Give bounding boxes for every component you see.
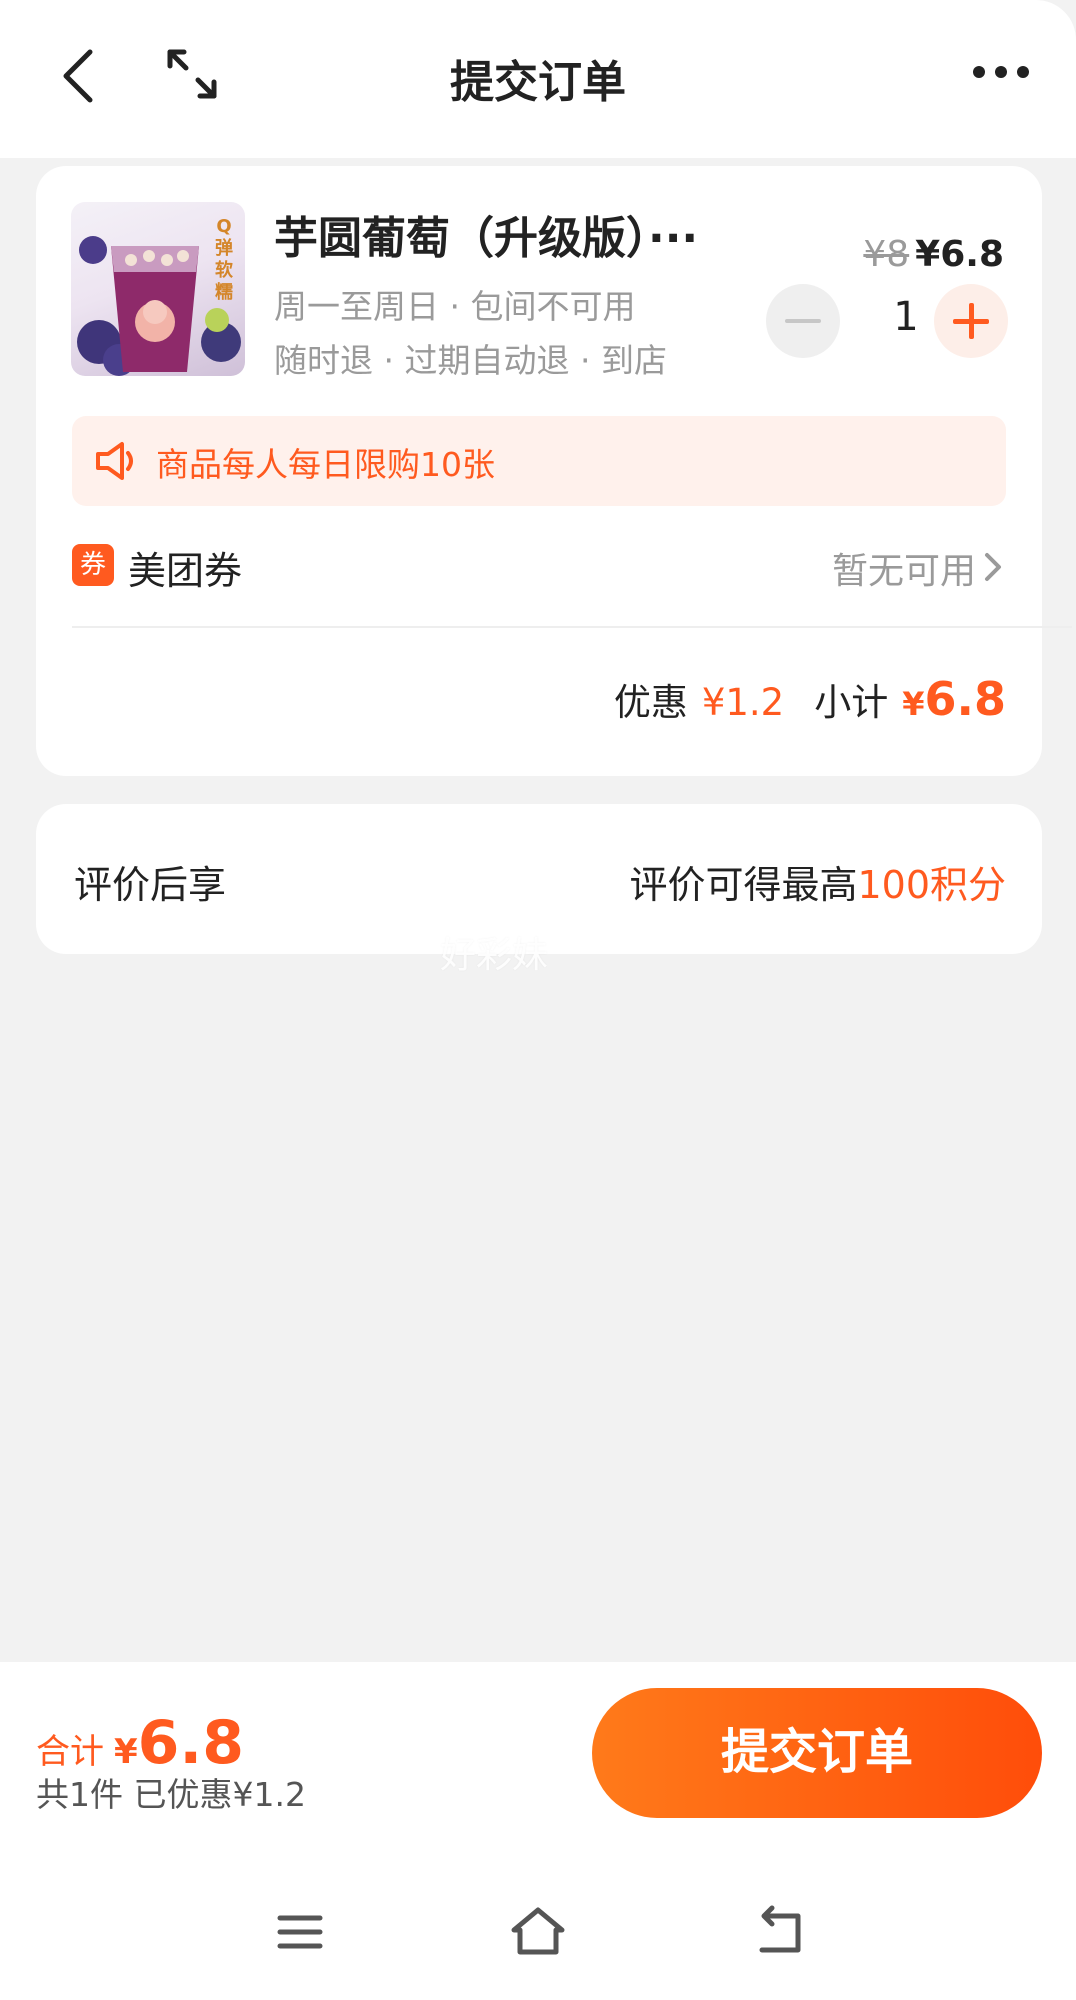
submit-order-button[interactable]: 提交订单 [592,1688,1042,1818]
divider [72,626,1072,628]
more-options-icon[interactable] [966,52,1036,92]
item-count-discount: 共1件 已优惠¥1.2 [36,1775,306,1814]
subtotal-amount: ¥6.8 [902,672,1006,726]
watermark: 好彩妹 [440,935,549,976]
discount-value: ¥1.2 [701,681,785,724]
home-icon[interactable] [508,1902,568,1962]
speaker-icon [96,442,133,480]
current-price: ¥6.8 [915,234,1004,275]
price-block: ¥8 ¥6.8 [863,234,1004,275]
limit-text: 商品每人每日限购10张 [156,445,495,484]
system-nav-bar [0,1880,1076,1980]
back-nav-icon[interactable] [750,1902,810,1962]
page-title: 提交订单 [450,57,626,108]
subtotal-label: 小计 [814,681,889,724]
product-image: Q弹软糯 [71,202,245,376]
chevron-right-icon[interactable] [982,550,1004,584]
review-label: 评价后享 [74,863,227,907]
coupon-badge-icon: 券 [72,544,114,586]
quantity-value: 1 [893,294,919,340]
product-name[interactable]: 芋圆葡萄（升级版）··· [274,202,698,266]
menu-icon[interactable] [270,1902,330,1962]
product-image-caption: Q弹软糯 [215,216,233,303]
quantity-increase-button[interactable] [934,284,1008,358]
subtotal-value: 6.8 [924,672,1007,726]
review-points: 100积分 [857,863,1006,907]
original-price: ¥8 [863,234,910,275]
price-summary: 优惠 ¥1.2 小计 ¥6.8 [614,672,1006,726]
discount-label: 优惠 [613,681,688,724]
order-item-card: Q弹软糯 芋圆葡萄（升级版）··· 周一至周日 · 包间不可用 随时退 · 过期… [36,166,1072,776]
coupon-label[interactable]: 美团券 [128,540,242,595]
total-label: 合计 [36,1732,104,1772]
total-currency: ¥ [114,1732,138,1772]
quantity-decrease-button[interactable] [766,284,840,358]
coupon-value[interactable]: 暂无可用 [832,542,976,594]
review-reward-text: 评价可得最高100积分 [629,854,1006,909]
review-value-prefix: 评价可得最高 [629,863,858,907]
product-usage-days: 周一至周日 · 包间不可用 [274,287,636,326]
subtotal-currency: ¥ [902,685,925,723]
product-refund-terms: 随时退 · 过期自动退 · 到店 [274,341,667,380]
purchase-limit-notice: 商品每人每日限购10张 [72,416,1006,506]
top-nav-bar: 提交订单 [0,0,1076,158]
